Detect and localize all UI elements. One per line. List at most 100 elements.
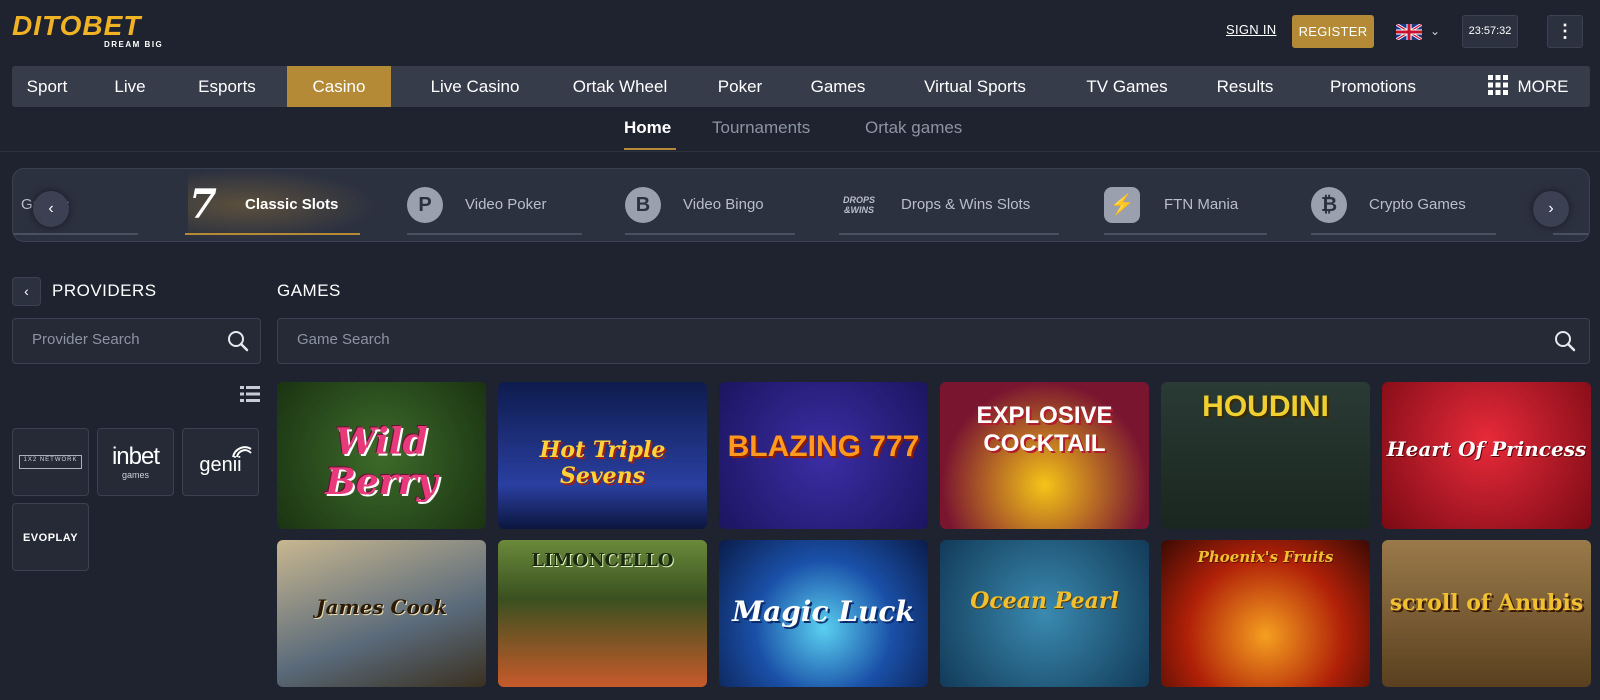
search-icon[interactable] [227, 330, 249, 352]
category-underline [1104, 233, 1267, 235]
logo[interactable]: DITOBET DREAM BIG [12, 12, 162, 50]
category-underline-partial [1553, 233, 1589, 235]
category-ftn-mania[interactable]: ⚡ FTN Mania [1104, 169, 1267, 241]
sign-in-link[interactable]: SIGN IN [1226, 22, 1277, 37]
games-title: GAMES [277, 281, 341, 300]
category-video-bingo[interactable]: B Video Bingo [625, 169, 795, 241]
more-label: MORE [1517, 77, 1569, 96]
game-tile-phoenix-fruits[interactable]: Phoenix's Fruits [1161, 540, 1370, 687]
game-title: EXPLOSIVE COCKTAIL [976, 402, 1113, 457]
game-tile-hot-triple-sevens[interactable]: Hot Triple Sevens [498, 382, 707, 529]
game-tile-james-cook[interactable]: James Cook [277, 540, 486, 687]
game-title: Heart Of Princess [1386, 437, 1587, 461]
game-tile-scroll-of-anubis[interactable]: scroll of Anubis [1382, 540, 1591, 687]
game-title: Magic Luck [732, 595, 915, 628]
list-view-icon[interactable] [240, 386, 260, 402]
header: DITOBET DREAM BIG SIGN IN REGISTER ⌄ 23:… [0, 0, 1600, 62]
game-search-input[interactable] [297, 331, 797, 348]
providers-title: PROVIDERS [52, 281, 157, 300]
nav-poker[interactable]: Poker [700, 66, 780, 107]
category-label: Classic Slots [245, 196, 339, 213]
seven-icon: 7 [189, 181, 217, 228]
nav-live[interactable]: Live [100, 66, 160, 107]
game-tile-houdini[interactable]: HOUDINI [1161, 382, 1370, 529]
drops-wins-icon: DROPS &WINS [842, 195, 875, 215]
category-crypto-games[interactable]: ₿ Crypto Games [1311, 169, 1496, 241]
game-title: James Cook [316, 595, 447, 619]
game-tile-magic-luck[interactable]: Magic Luck [719, 540, 928, 687]
active-tab-underline [624, 148, 676, 150]
grid-icon [1487, 75, 1508, 95]
chevron-right-icon[interactable]: › [1533, 191, 1569, 227]
menu-kebab-button[interactable]: ⋮ [1547, 15, 1583, 48]
chevron-down-icon: ⌄ [1430, 24, 1441, 38]
game-tile-heart-of-princess[interactable]: Heart Of Princess [1382, 382, 1591, 529]
provider-name: inbet [111, 443, 160, 470]
provider-name: EVOPLAY [22, 532, 79, 544]
register-button[interactable]: REGISTER [1292, 15, 1374, 48]
game-tile-explosive-cocktail[interactable]: EXPLOSIVE COCKTAIL [940, 382, 1149, 529]
nav-esports[interactable]: Esports [177, 66, 277, 107]
provider-subname: games [121, 470, 149, 480]
subnav-home[interactable]: Home [624, 118, 671, 138]
category-label: Video Poker [465, 196, 547, 213]
main-nav: Sport Live Esports Casino Live Casino Or… [12, 66, 1590, 107]
subnav-ortak-games[interactable]: Ortak games [865, 118, 962, 138]
nav-casino[interactable]: Casino [287, 66, 391, 107]
provider-name: 1X2 NETWORK [23, 457, 78, 463]
provider-genii[interactable]: genii [182, 428, 259, 496]
category-classic-slots[interactable]: 7 Classic Slots [185, 169, 360, 241]
nav-more[interactable]: MORE [1478, 66, 1578, 107]
category-underline [185, 233, 360, 235]
nav-virtual-sports[interactable]: Virtual Sports [900, 66, 1050, 107]
category-video-poker[interactable]: P Video Poker [407, 169, 582, 241]
bingo-ball-icon: B [625, 187, 661, 223]
provider-search-input[interactable] [32, 331, 212, 348]
clock: 23:57:32 [1462, 15, 1518, 48]
game-tile-ocean-pearl[interactable]: Ocean Pearl [940, 540, 1149, 687]
provider-inbet[interactable]: inbet games [97, 428, 174, 496]
game-search [277, 318, 1590, 364]
nav-sport[interactable]: Sport [12, 66, 82, 107]
search-icon[interactable] [1554, 330, 1576, 352]
provider-1x2-network[interactable]: 1X2 NETWORK [12, 428, 89, 496]
category-label: Video Bingo [683, 196, 764, 213]
subnav-tournaments[interactable]: Tournaments [712, 118, 810, 138]
sub-nav: Home Tournaments Ortak games [0, 110, 1600, 152]
category-label: Drops & Wins Slots [901, 196, 1031, 213]
game-tile-wild-berry[interactable]: Wild Berry [277, 382, 486, 529]
provider-name: genii [199, 454, 242, 476]
nav-ortak-wheel[interactable]: Ortak Wheel [555, 66, 685, 107]
category-drops-wins[interactable]: DROPS &WINS Drops & Wins Slots [839, 169, 1059, 241]
lightning-icon: ⚡ [1104, 187, 1140, 223]
nav-live-casino[interactable]: Live Casino [405, 66, 545, 107]
logo-tagline: DREAM BIG [104, 40, 164, 49]
poker-chip-icon: P [407, 187, 443, 223]
category-underline [839, 233, 1059, 235]
nav-results[interactable]: Results [1200, 66, 1290, 107]
providers-collapse-button[interactable]: ‹ [12, 277, 41, 306]
game-title: Hot Triple Sevens [539, 437, 666, 489]
nav-promotions[interactable]: Promotions [1308, 66, 1438, 107]
bitcoin-icon: ₿ [1311, 187, 1347, 223]
category-underline [625, 233, 795, 235]
game-title: HOUDINI [1202, 390, 1329, 423]
game-title: scroll of Anubis [1389, 590, 1584, 616]
game-title: Wild Berry [325, 421, 438, 503]
provider-evoplay[interactable]: EVOPLAY [12, 503, 89, 571]
nav-games[interactable]: Games [798, 66, 878, 107]
category-underline [1311, 233, 1496, 235]
category-underline [407, 233, 582, 235]
game-tile-blazing-777[interactable]: BLAZING 777 [719, 382, 928, 529]
nav-tv-games[interactable]: TV Games [1072, 66, 1182, 107]
uk-flag-icon [1396, 24, 1422, 40]
category-underline [13, 233, 138, 235]
provider-search [12, 318, 261, 364]
category-label: Crypto Games [1369, 196, 1466, 213]
game-title: BLAZING 777 [727, 430, 920, 463]
game-tile-limoncello[interactable]: LIMONCELLO [498, 540, 707, 687]
language-selector[interactable]: ⌄ [1396, 22, 1446, 42]
category-label: FTN Mania [1164, 196, 1239, 213]
chevron-left-icon[interactable]: ‹ [33, 191, 69, 227]
game-title: LIMONCELLO [531, 550, 674, 571]
